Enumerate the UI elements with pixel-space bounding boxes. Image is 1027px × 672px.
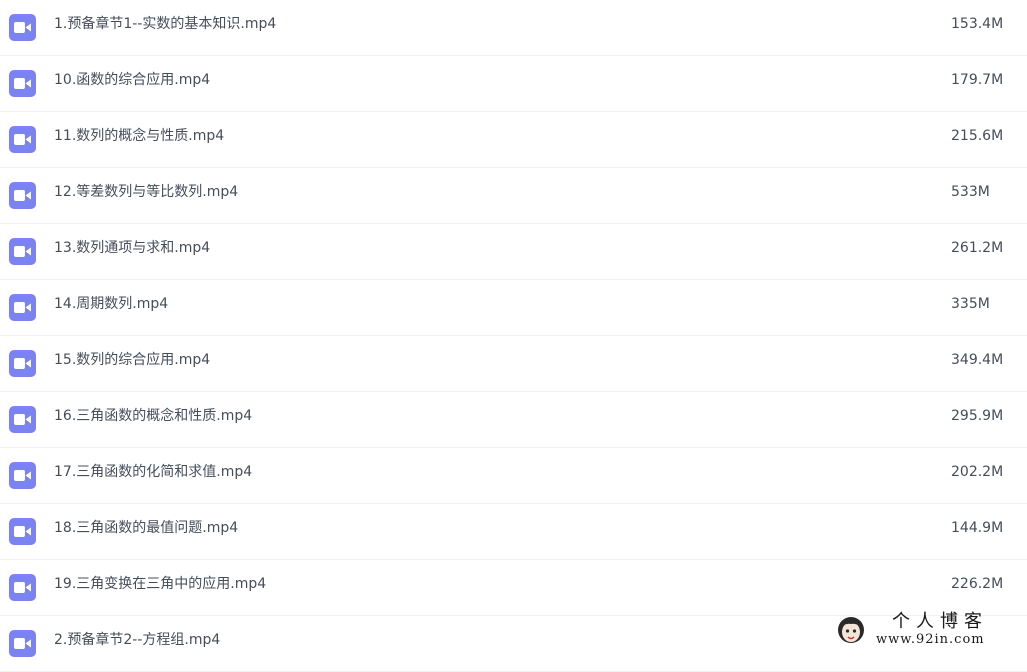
watermark: 个人博客 www.92in.com — [832, 611, 1022, 653]
video-file-icon — [9, 574, 36, 601]
file-name[interactable]: 17.三角函数的化简和求值.mp4 — [54, 448, 252, 497]
file-name[interactable]: 1.预备章节1--实数的基本知识.mp4 — [54, 0, 276, 49]
video-file-icon — [9, 14, 36, 41]
file-size: 226.2M — [951, 576, 1004, 592]
file-row[interactable]: 14.周期数列.mp4 335M — [0, 280, 1027, 336]
file-name[interactable]: 10.函数的综合应用.mp4 — [54, 56, 210, 105]
file-name[interactable]: 14.周期数列.mp4 — [54, 280, 168, 329]
file-size: 179.7M — [951, 72, 1004, 88]
video-file-icon — [9, 182, 36, 209]
file-row[interactable]: 17.三角函数的化简和求值.mp4 202.2M — [0, 448, 1027, 504]
file-row[interactable]: 15.数列的综合应用.mp4 349.4M — [0, 336, 1027, 392]
video-file-icon — [9, 462, 36, 489]
file-size: 261.2M — [951, 240, 1004, 256]
cartoon-avatar-icon — [836, 615, 866, 645]
file-name[interactable]: 12.等差数列与等比数列.mp4 — [54, 168, 238, 217]
file-name[interactable]: 11.数列的概念与性质.mp4 — [54, 112, 224, 161]
file-row[interactable]: 1.预备章节1--实数的基本知识.mp4 153.4M — [0, 0, 1027, 56]
file-name[interactable]: 18.三角函数的最值问题.mp4 — [54, 504, 238, 553]
file-size: 202.2M — [951, 464, 1004, 480]
file-name[interactable]: 16.三角函数的概念和性质.mp4 — [54, 392, 252, 441]
file-size: 335M — [951, 296, 990, 312]
watermark-url: www.92in.com — [876, 632, 985, 647]
file-row[interactable]: 16.三角函数的概念和性质.mp4 295.9M — [0, 392, 1027, 448]
file-row[interactable]: 19.三角变换在三角中的应用.mp4 226.2M — [0, 560, 1027, 616]
file-size: 215.6M — [951, 128, 1004, 144]
file-name[interactable]: 15.数列的综合应用.mp4 — [54, 336, 210, 385]
video-file-icon — [9, 406, 36, 433]
file-name[interactable]: 13.数列通项与求和.mp4 — [54, 224, 210, 273]
file-row[interactable]: 13.数列通项与求和.mp4 261.2M — [0, 224, 1027, 280]
file-row[interactable]: 18.三角函数的最值问题.mp4 144.9M — [0, 504, 1027, 560]
video-file-icon — [9, 294, 36, 321]
file-size: 153.4M — [951, 16, 1004, 32]
file-size: 349.4M — [951, 352, 1004, 368]
file-row[interactable]: 10.函数的综合应用.mp4 179.7M — [0, 56, 1027, 112]
video-file-icon — [9, 238, 36, 265]
file-size: 144.9M — [951, 520, 1004, 536]
file-row[interactable]: 11.数列的概念与性质.mp4 215.6M — [0, 112, 1027, 168]
file-name[interactable]: 19.三角变换在三角中的应用.mp4 — [54, 560, 266, 609]
file-size: 533M — [951, 184, 990, 200]
file-row[interactable]: 12.等差数列与等比数列.mp4 533M — [0, 168, 1027, 224]
video-file-icon — [9, 70, 36, 97]
file-size: 295.9M — [951, 408, 1004, 424]
video-file-icon — [9, 126, 36, 153]
video-file-icon — [9, 350, 36, 377]
file-name[interactable]: 2.预备章节2--方程组.mp4 — [54, 616, 220, 665]
watermark-title: 个人博客 — [892, 611, 988, 632]
video-file-icon — [9, 518, 36, 545]
file-list: 1.预备章节1--实数的基本知识.mp4 153.4M 10.函数的综合应用.m… — [0, 0, 1027, 672]
